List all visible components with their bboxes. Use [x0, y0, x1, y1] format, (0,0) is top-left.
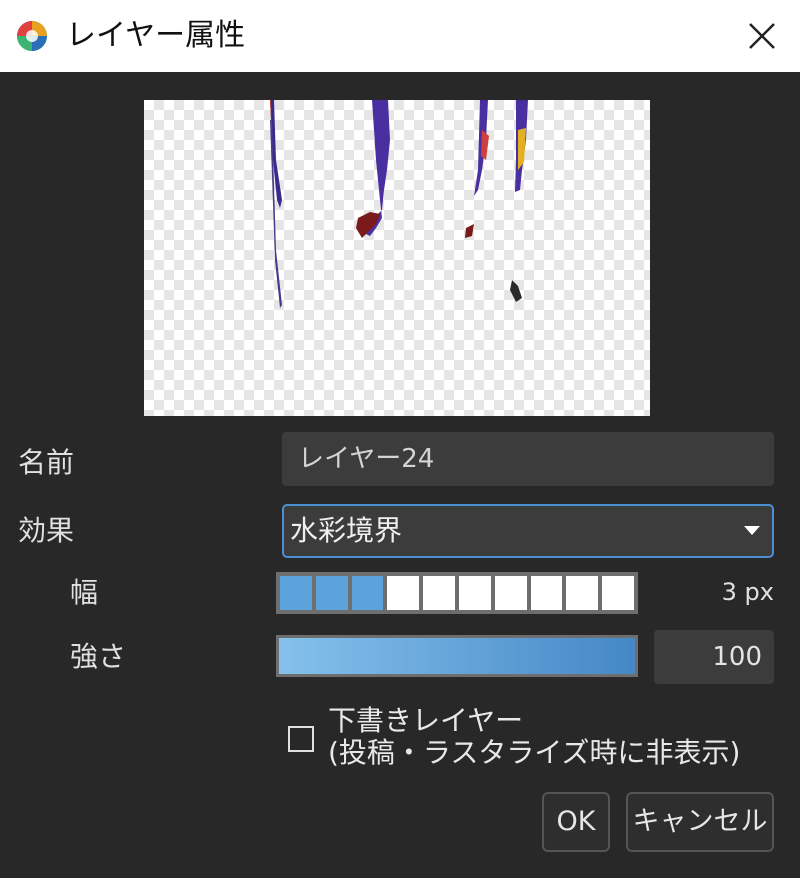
width-segment[interactable]	[566, 576, 599, 610]
draft-layer-label: 下書きレイヤー	[328, 704, 524, 737]
strength-label: 強さ	[70, 640, 127, 673]
close-icon	[749, 23, 775, 49]
width-segment[interactable]	[315, 576, 348, 610]
width-segment[interactable]	[458, 576, 491, 610]
width-segment-slider[interactable]	[276, 572, 638, 614]
effect-selected-value: 水彩境界	[290, 514, 403, 547]
draft-layer-checkbox-row[interactable]: 下書きレイヤー (投稿・ラスタライズ時に非表示)	[286, 704, 746, 774]
strength-slider[interactable]	[276, 635, 638, 677]
title-bar: レイヤー属性	[0, 0, 800, 72]
width-segment[interactable]	[494, 576, 527, 610]
width-segment[interactable]	[423, 576, 455, 610]
width-label: 幅	[70, 576, 99, 609]
cancel-button[interactable]: キャンセル	[626, 792, 774, 852]
draft-layer-sublabel: (投稿・ラスタライズ時に非表示)	[328, 736, 741, 769]
name-label: 名前	[18, 446, 75, 479]
strength-input[interactable]: 100	[654, 630, 774, 684]
width-value: 3 px	[721, 578, 774, 606]
width-segment[interactable]	[602, 576, 634, 610]
draft-layer-checkbox[interactable]	[288, 726, 314, 752]
strength-slider-fill	[279, 638, 635, 674]
width-segment[interactable]	[280, 576, 312, 610]
ok-button[interactable]: OK	[542, 792, 610, 852]
chevron-down-icon	[744, 526, 760, 535]
layer-name-input[interactable]: レイヤー24	[282, 432, 774, 486]
width-segment[interactable]	[530, 576, 563, 610]
width-segment[interactable]	[351, 576, 384, 610]
app-icon	[17, 21, 47, 51]
preview-artwork	[270, 100, 528, 308]
width-segment[interactable]	[387, 576, 420, 610]
effect-label: 効果	[18, 514, 75, 547]
close-button[interactable]	[740, 14, 784, 58]
effect-dropdown[interactable]: 水彩境界	[282, 504, 774, 558]
layer-preview	[144, 100, 650, 416]
dialog-title: レイヤー属性	[66, 18, 246, 53]
